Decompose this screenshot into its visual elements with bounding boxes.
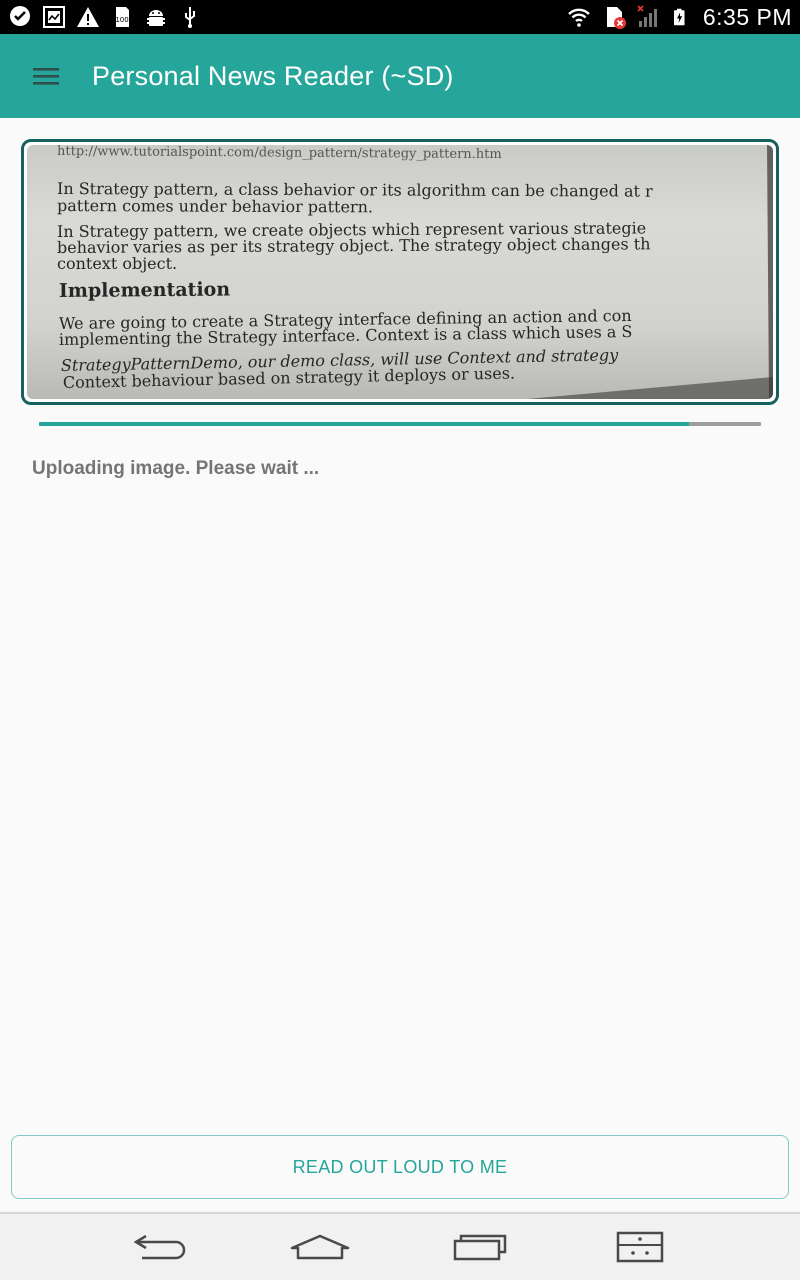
- status-time: 6:35 PM: [702, 3, 792, 30]
- android-debug-icon: [147, 10, 165, 26]
- navigation-bar: [0, 1212, 800, 1280]
- gallery-icon: [43, 6, 65, 28]
- read-out-loud-button[interactable]: READ OUT LOUD TO ME: [11, 1135, 789, 1199]
- read-out-loud-label: READ OUT LOUD TO ME: [292, 1156, 508, 1177]
- menu-button[interactable]: [0, 34, 92, 118]
- sd-card-icon: 100: [115, 7, 129, 27]
- document-photo-text: http://www.tutorialspoint.com/design_pat…: [57, 145, 773, 399]
- sim-menu-icon: [616, 1231, 664, 1263]
- hangouts-icon: [10, 6, 30, 26]
- wifi-icon: [567, 8, 590, 27]
- sim-menu-button[interactable]: [600, 1217, 680, 1277]
- app-bar: Personal News Reader (~SD): [0, 34, 800, 118]
- home-icon: [290, 1234, 350, 1260]
- screen: 100 6:35 PM Personal News Reader (~SD) h…: [0, 0, 800, 1280]
- status-right-icons: 6:35 PM: [565, 4, 792, 31]
- document-photo: http://www.tutorialspoint.com/design_pat…: [27, 145, 773, 399]
- upload-status-text: Uploading image. Please wait ...: [32, 458, 320, 479]
- warning-icon: [77, 7, 99, 27]
- status-bar: 100 6:35 PM: [0, 0, 800, 34]
- upload-progress-fill: [39, 422, 689, 426]
- svg-text:100: 100: [115, 16, 128, 24]
- signal-icon: [637, 5, 657, 27]
- app-title: Personal News Reader (~SD): [92, 60, 454, 91]
- back-icon: [133, 1234, 186, 1260]
- photo-line-6: context object.: [57, 254, 177, 273]
- image-preview[interactable]: http://www.tutorialspoint.com/design_pat…: [21, 139, 779, 405]
- photo-line-1: http://www.tutorialspoint.com/design_pat…: [57, 145, 502, 162]
- recent-apps-button[interactable]: [440, 1217, 520, 1277]
- back-button[interactable]: [120, 1217, 200, 1277]
- sim-error-icon: [606, 7, 626, 29]
- photo-line-7: Implementation: [59, 279, 231, 302]
- home-button[interactable]: [280, 1217, 360, 1277]
- upload-progress-bar: [39, 422, 761, 426]
- recent-apps-icon: [453, 1234, 507, 1261]
- status-left-icons: 100: [8, 5, 202, 29]
- battery-charging-icon: [673, 8, 685, 26]
- photo-line-3: pattern comes under behavior pattern.: [57, 196, 373, 216]
- hamburger-menu-icon: [33, 68, 59, 85]
- usb-icon: [185, 7, 195, 28]
